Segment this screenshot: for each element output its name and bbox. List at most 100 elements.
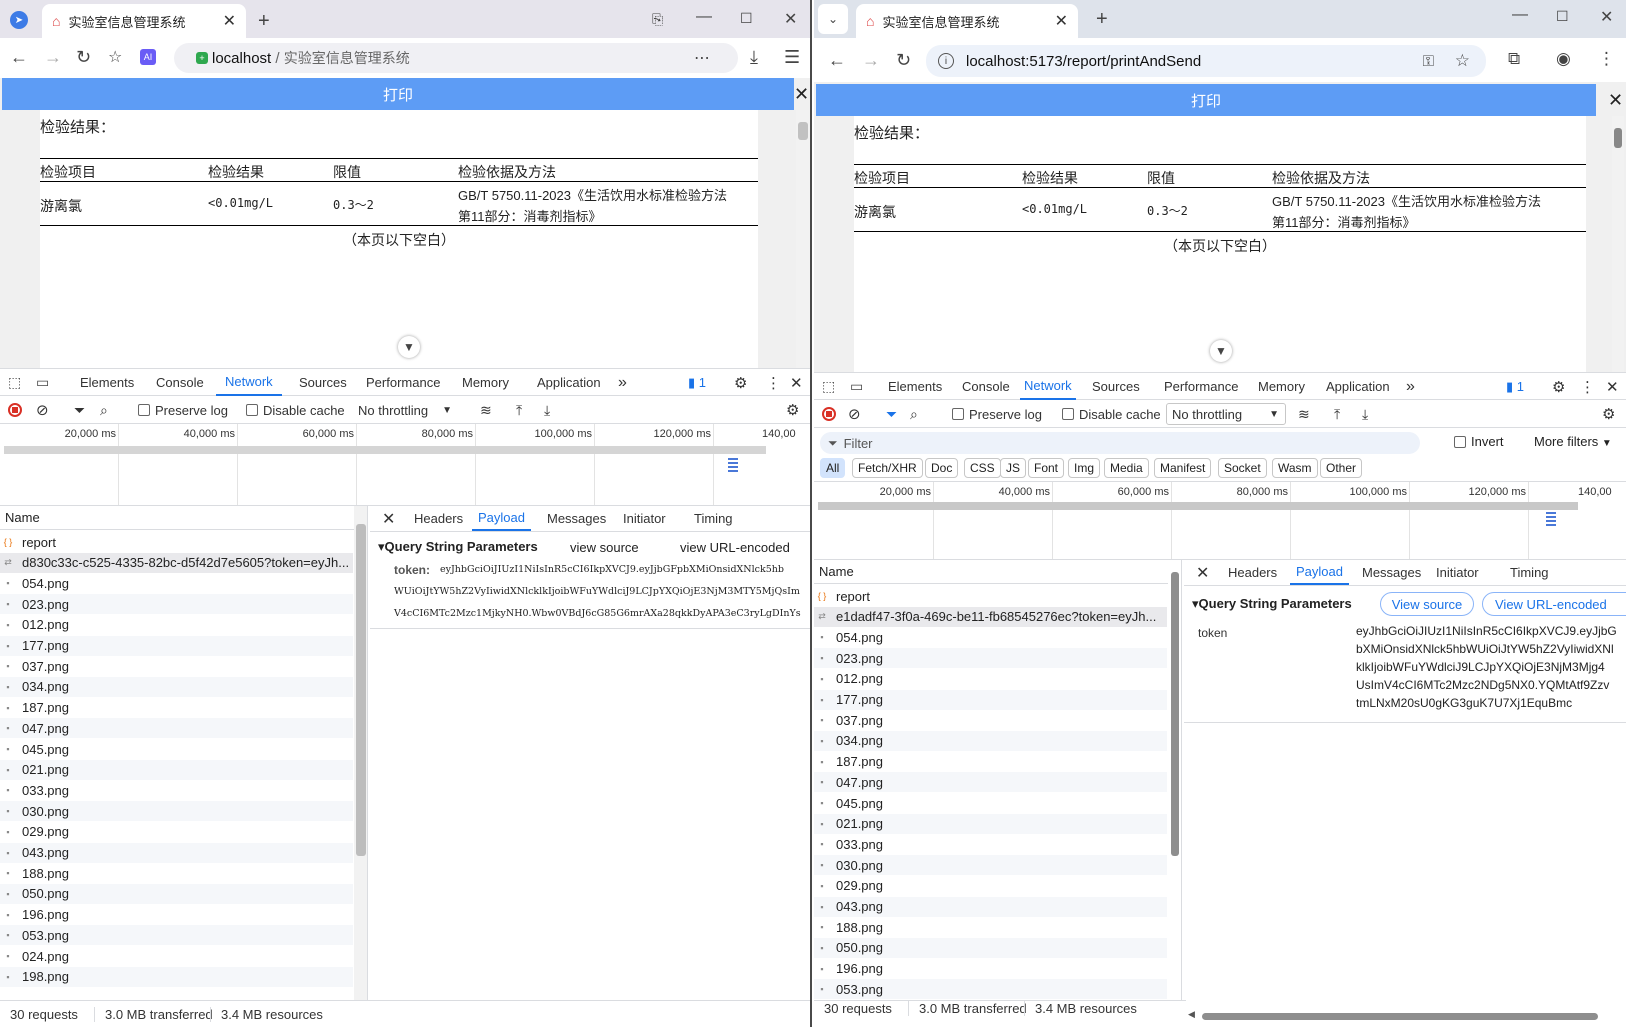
chip-wasm[interactable]: Wasm <box>1272 458 1318 478</box>
tab-elements[interactable]: Elements <box>80 369 134 396</box>
minimize-icon[interactable]: — <box>696 8 712 26</box>
chip-manifest[interactable]: Manifest <box>1154 458 1212 478</box>
detail-hscroll-thumb[interactable] <box>1202 1013 1598 1020</box>
tab-sources[interactable]: Sources <box>1092 373 1140 400</box>
table-row[interactable]: ▪ 030.png <box>814 855 1167 876</box>
tab-network[interactable]: Network <box>1020 373 1076 400</box>
inspect-icon[interactable]: ⬚ <box>822 378 835 395</box>
chip-css[interactable]: CSS <box>964 458 1001 478</box>
detail-tab-payload[interactable]: Payload <box>472 506 531 531</box>
back-icon[interactable]: ← <box>10 47 28 68</box>
chip-all[interactable]: All <box>820 458 846 478</box>
table-row[interactable]: ▪ 187.png <box>0 698 353 718</box>
request-list-scrollbar[interactable] <box>354 506 367 1000</box>
table-row[interactable]: ▪ 021.png <box>814 813 1167 834</box>
detail-tab-timing[interactable]: Timing <box>1510 560 1549 585</box>
table-row[interactable]: ▪ 024.png <box>0 946 353 966</box>
table-row[interactable]: ▪ 053.png <box>0 925 353 946</box>
downloads-icon[interactable]: ⤓ <box>750 47 758 68</box>
forward-icon[interactable]: → <box>44 47 62 68</box>
page-scrollbar-thumb[interactable] <box>798 122 808 140</box>
table-row[interactable]: ▪ 188.png <box>0 863 353 883</box>
close-window-icon[interactable]: ✕ <box>1600 7 1613 27</box>
table-row[interactable]: ▪ 047.png <box>814 772 1167 793</box>
view-source-link[interactable]: view source <box>570 540 639 555</box>
profile-icon[interactable]: ◉ <box>1556 49 1571 69</box>
detail-tab-initiator[interactable]: Initiator <box>623 506 666 531</box>
settings-icon[interactable]: ⚙ <box>1552 373 1565 400</box>
network-settings-icon[interactable]: ⚙ <box>1602 400 1615 428</box>
request-list-scrollbar[interactable] <box>1168 560 1181 1000</box>
request-list-scrollbar-thumb[interactable] <box>1171 572 1179 856</box>
table-row[interactable]: ▪ 050.png <box>814 937 1167 958</box>
record-stop-icon[interactable] <box>8 396 22 424</box>
tab-performance[interactable]: Performance <box>366 369 440 396</box>
chip-font[interactable]: Font <box>1028 458 1065 478</box>
qsp-section-toggle[interactable]: ▾Query String Parameters <box>378 539 538 555</box>
page-scrollbar[interactable] <box>796 110 810 368</box>
record-stop-icon[interactable] <box>822 400 836 428</box>
filter-icon[interactable]: ⏷ <box>886 400 897 428</box>
more-tabs-icon[interactable]: » <box>618 369 627 396</box>
name-column-header[interactable]: Name <box>0 506 367 530</box>
table-row[interactable]: ▪ 030.png <box>0 801 353 822</box>
request-row-report[interactable]: { } report <box>0 532 353 552</box>
table-row[interactable]: ▪ 043.png <box>814 896 1167 917</box>
star-icon[interactable]: ☆ <box>1455 51 1470 71</box>
close-detail-icon[interactable]: ✕ <box>1196 560 1209 585</box>
tab-console[interactable]: Console <box>156 369 204 396</box>
detail-hscroll[interactable]: ◀ <box>1188 1009 1626 1022</box>
close-devtools-icon[interactable]: ✕ <box>1606 373 1619 400</box>
chip-fetch-xhr[interactable]: Fetch/XHR <box>852 458 923 478</box>
throttling-select[interactable]: No throttling ▼ <box>358 396 452 424</box>
tab-elements[interactable]: Elements <box>888 373 942 400</box>
right-address-bar[interactable]: i localhost:5173/report/printAndSend ⚿ ☆ <box>926 45 1486 77</box>
forward-icon[interactable]: → <box>862 50 880 71</box>
chip-img[interactable]: Img <box>1068 458 1101 478</box>
network-conditions-icon[interactable]: ≋ <box>480 396 492 424</box>
table-row[interactable]: ⇄ d830c33c-c525-4335-82bc-d5f42d7e5605?to… <box>0 552 353 573</box>
tab-network[interactable]: Network <box>216 369 282 396</box>
chevron-down-icon[interactable]: ▼ <box>1210 340 1232 362</box>
throttling-select[interactable]: No throttling ▼ <box>1166 403 1286 425</box>
settings-icon[interactable]: ⚙ <box>734 369 747 396</box>
preserve-log-checkbox[interactable]: Preserve log <box>952 400 1042 428</box>
chip-js[interactable]: JS <box>1000 458 1027 478</box>
tab-memory[interactable]: Memory <box>462 369 509 396</box>
table-row[interactable]: ▪ 033.png <box>0 780 353 800</box>
view-url-encoded-button[interactable]: View URL-encoded <box>1482 592 1626 616</box>
print-button[interactable]: 打印 <box>816 84 1596 116</box>
detail-tab-messages[interactable]: Messages <box>547 506 606 531</box>
table-row[interactable]: ▪ 196.png <box>814 959 1167 979</box>
tab-performance[interactable]: Performance <box>1164 373 1238 400</box>
network-conditions-icon[interactable]: ≋ <box>1298 400 1310 428</box>
issues-badge[interactable]: ▮ 1 <box>1506 373 1524 400</box>
qsp-section-toggle[interactable]: ▾Query String Parameters <box>1192 596 1352 612</box>
more-dots-icon[interactable]: ⋯ <box>694 48 710 68</box>
reload-icon[interactable]: ↻ <box>76 47 91 68</box>
detail-tab-payload[interactable]: Payload <box>1290 560 1349 585</box>
tab-console[interactable]: Console <box>962 373 1010 400</box>
chevron-down-icon[interactable]: ▼ <box>398 336 420 358</box>
right-tab-lims[interactable]: ⌂ 实验室信息管理系统 ✕ <box>856 4 1078 38</box>
inspect-icon[interactable]: ⬚ <box>8 374 21 391</box>
issues-badge[interactable]: ▮ 1 <box>688 369 706 396</box>
minimize-icon[interactable]: — <box>1512 6 1528 24</box>
table-row[interactable]: ▪ 045.png <box>0 739 353 759</box>
table-row[interactable]: ▪ 023.png <box>814 648 1167 669</box>
table-row[interactable]: ▪ 034.png <box>0 676 353 697</box>
maximize-icon[interactable]: ☐ <box>1556 8 1569 25</box>
import-har-icon[interactable]: ⤒ <box>1334 400 1340 428</box>
site-info-icon[interactable]: i <box>938 53 954 69</box>
extensions-icon[interactable]: ⧉ <box>1508 49 1520 69</box>
table-row[interactable]: ▪ 021.png <box>0 759 353 780</box>
detail-tab-timing[interactable]: Timing <box>694 506 733 531</box>
table-row[interactable]: ▪ 043.png <box>0 842 353 863</box>
ai-icon[interactable]: AI <box>140 49 156 65</box>
back-icon[interactable]: ← <box>828 50 846 71</box>
close-devtools-icon[interactable]: ✕ <box>790 369 803 396</box>
tab-sources[interactable]: Sources <box>299 369 347 396</box>
app-menu-icon[interactable]: ➤ <box>10 11 28 29</box>
left-address-bar[interactable]: + localhost / 实验室信息管理系统 ⋯ <box>174 43 738 73</box>
chip-doc[interactable]: Doc <box>925 458 959 478</box>
